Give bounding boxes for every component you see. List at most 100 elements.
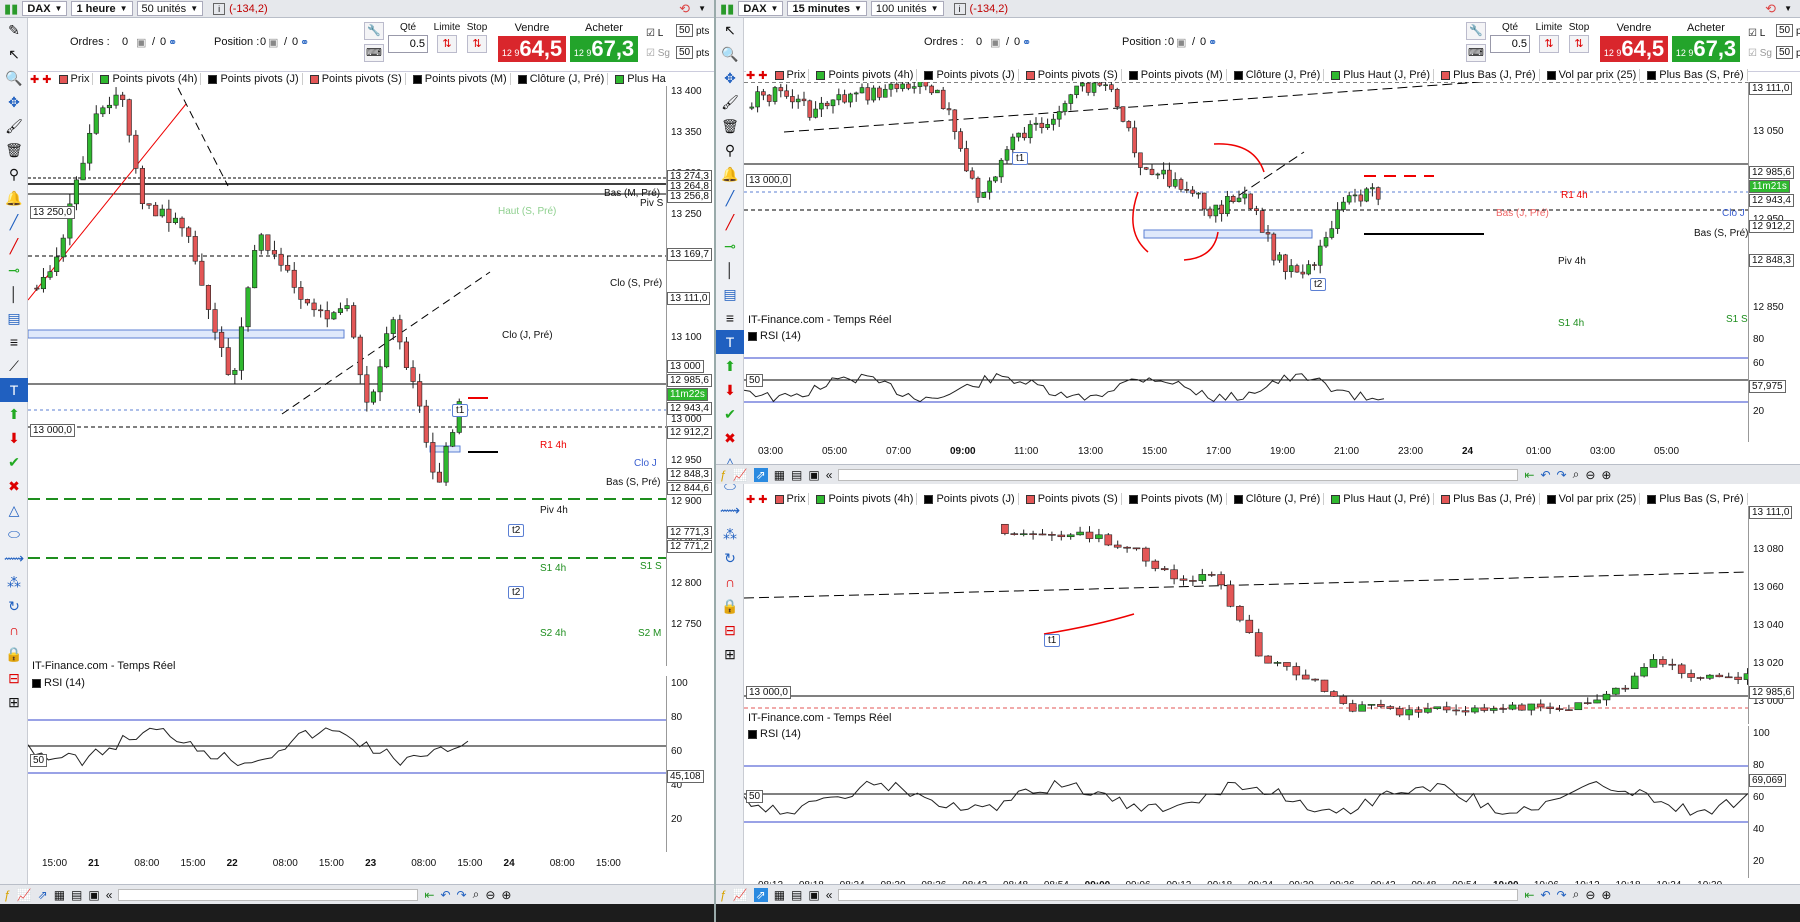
legend-item[interactable]: Points pivots (M)	[410, 73, 511, 85]
legend-item[interactable]: Plus Bas (J, Pré)	[1438, 69, 1540, 81]
zoom-in-icon[interactable]: ⊕	[1601, 468, 1611, 482]
check-icon[interactable]: ✔	[716, 402, 744, 426]
chart-type-icon[interactable]: 📈	[733, 888, 748, 902]
save-icon[interactable]: ▤	[791, 888, 802, 902]
reset-icon[interactable]: ⇤	[424, 888, 434, 902]
legend-item[interactable]: Points pivots (J)	[205, 73, 303, 85]
chevron-down-icon[interactable]: ▼	[1784, 4, 1792, 13]
trash-icon[interactable]: 🗑	[716, 114, 744, 138]
line-icon[interactable]: ╱	[0, 210, 28, 234]
screens-icon[interactable]: ▣	[808, 888, 819, 902]
legend-item[interactable]: Prix	[56, 73, 94, 85]
legend-item[interactable]: Clôture (J, Pré)	[515, 73, 609, 85]
legend-item[interactable]: Points pivots (M)	[1126, 69, 1227, 81]
indicators-icon[interactable]: ƒ	[4, 888, 11, 902]
limit-order-icon[interactable]: ⇅	[1539, 35, 1559, 53]
legend-item[interactable]: Plus Bas (S, Pré)	[1644, 493, 1748, 505]
channel-icon[interactable]: ▤	[716, 282, 744, 306]
opt-l-checkbox[interactable]: ☑ L	[1748, 28, 1765, 39]
indicators-icon[interactable]: ƒ	[720, 888, 727, 902]
gann-icon[interactable]: ⟋	[0, 354, 28, 378]
top-rsi-chart[interactable]	[744, 330, 1748, 442]
stop-order-icon[interactable]: ⇅	[467, 35, 487, 53]
redo-icon[interactable]: ↷	[1557, 468, 1567, 482]
network-icon[interactable]: ⁂	[0, 570, 28, 594]
share-icon[interactable]: ⇗	[753, 467, 768, 482]
keyboard-icon[interactable]: ⌨	[1466, 44, 1486, 62]
left-rsi-chart[interactable]	[28, 676, 666, 852]
magnet2-icon[interactable]: ∩	[716, 570, 744, 594]
timeframe-select[interactable]: 1 heure ▼	[71, 1, 133, 16]
orders-icon[interactable]: ▣	[136, 36, 146, 49]
legend-item[interactable]: Plus Haut (J, Pré)	[612, 73, 666, 85]
zoom-fit-icon[interactable]: ⌕	[1573, 467, 1580, 482]
undo-icon[interactable]: ↶	[1540, 888, 1550, 902]
cycle-icon[interactable]: ↻	[716, 546, 744, 570]
undo-icon[interactable]: ↶	[1540, 468, 1550, 482]
red-line-icon[interactable]: ╱	[0, 234, 28, 258]
tag-t1[interactable]: t1	[452, 404, 469, 417]
red-line-icon[interactable]: ╱	[716, 210, 744, 234]
bell-icon[interactable]: 🔔	[0, 186, 28, 210]
arrow-down-icon[interactable]: ⬇	[0, 426, 28, 450]
line-icon[interactable]: ╱	[716, 186, 744, 210]
scrollbar[interactable]	[118, 888, 419, 901]
arrow-up-icon[interactable]: ⬆	[0, 402, 28, 426]
fibo-icon[interactable]: ≡	[0, 330, 28, 354]
left-rsi-axis[interactable]: 100 80 60 40 20 45,108	[666, 676, 714, 852]
add-indicator-icon[interactable]: ✚ ✚	[30, 73, 52, 86]
top-price-axis[interactable]: 13 10013 05013 00012 95012 90012 85013 1…	[1748, 82, 1800, 330]
hline-icon[interactable]: ⊸	[0, 258, 28, 282]
wrench-icon[interactable]: 🔧	[1466, 22, 1486, 40]
sell-button[interactable]: Vendre 12 964,5	[1600, 22, 1668, 68]
legend-item[interactable]: Prix	[772, 493, 810, 505]
legend-item[interactable]: Points pivots (S)	[307, 73, 406, 85]
zoom-icon[interactable]: 🔍	[0, 66, 28, 90]
move-icon[interactable]: ✥	[716, 66, 744, 90]
chevron-down-icon[interactable]: ▼	[698, 4, 706, 13]
buy-button[interactable]: Acheter 12 967,3	[570, 22, 638, 68]
legend-item[interactable]: Vol par prix (25)	[1544, 69, 1641, 81]
instrument-select[interactable]: DAX ▼	[738, 1, 784, 16]
legend-item[interactable]: Clôture (J, Pré)	[1231, 493, 1325, 505]
keyboard-icon[interactable]: ⌨	[364, 44, 384, 62]
screens-icon[interactable]: ▣	[808, 468, 819, 482]
brush-icon[interactable]: 🖌	[0, 114, 28, 138]
layout-icon[interactable]: ⊞	[716, 642, 744, 666]
templates-icon[interactable]: ▦	[774, 468, 785, 482]
templates-icon[interactable]: ▦	[54, 888, 65, 902]
trash-icon[interactable]: 🗑	[0, 138, 28, 162]
triangle-icon[interactable]: △	[0, 498, 28, 522]
bottom-rsi-chart[interactable]	[744, 726, 1748, 878]
orders-icon[interactable]: ▣	[990, 36, 1000, 49]
templates-icon[interactable]: ▦	[774, 888, 785, 902]
zoom-out-icon[interactable]: ⊖	[485, 888, 495, 902]
arrow-down-icon[interactable]: ⬇	[716, 378, 744, 402]
share-icon[interactable]: ⇗	[38, 888, 48, 902]
info-icon[interactable]: i	[213, 2, 226, 15]
left-time-axis[interactable]: 15:00 21 08:00 15:00 22 08:00 15:00 23 08:00 15:0…	[28, 858, 666, 872]
opt-sg-checkbox[interactable]: ☑ Sg	[646, 48, 670, 59]
bottom-price-axis[interactable]: 13 10013 08013 06013 04013 02013 00013 1…	[1748, 506, 1800, 724]
legend-item[interactable]: Plus Haut (J, Pré)	[1328, 493, 1435, 505]
zoom-in-icon[interactable]: ⊕	[1601, 888, 1611, 902]
scroll-left-icon[interactable]: «	[826, 468, 833, 482]
qty-input[interactable]	[388, 35, 428, 53]
legend-item[interactable]: Points pivots (4h)	[813, 493, 918, 505]
timeframe-select[interactable]: 15 minutes ▼	[787, 1, 867, 16]
magnet2-icon[interactable]: ∩	[0, 618, 28, 642]
zoom-out-icon[interactable]: ⊖	[1585, 468, 1595, 482]
arrow-up-icon[interactable]: ⬆	[716, 354, 744, 378]
zoom-fit-icon[interactable]: ⌕	[473, 887, 480, 902]
cursor-icon[interactable]: ↖	[0, 42, 28, 66]
add-indicator-icon[interactable]: ✚ ✚	[746, 493, 768, 506]
reset-icon[interactable]: ⇤	[1524, 468, 1534, 482]
zoom-fit-icon[interactable]: ⌕	[1573, 887, 1580, 902]
chart-menu-icon[interactable]: ▮▮	[4, 1, 18, 17]
ellipse-icon[interactable]: ⬭	[0, 522, 28, 546]
scrollbar[interactable]	[838, 468, 1519, 481]
position-icon[interactable]: ▣	[268, 36, 278, 49]
legend-item[interactable]: Points pivots (4h)	[813, 69, 918, 81]
bottom-rsi-axis[interactable]: 100 80 60 40 20 69,069	[1748, 726, 1800, 878]
hline-icon[interactable]: ⊸	[716, 234, 744, 258]
